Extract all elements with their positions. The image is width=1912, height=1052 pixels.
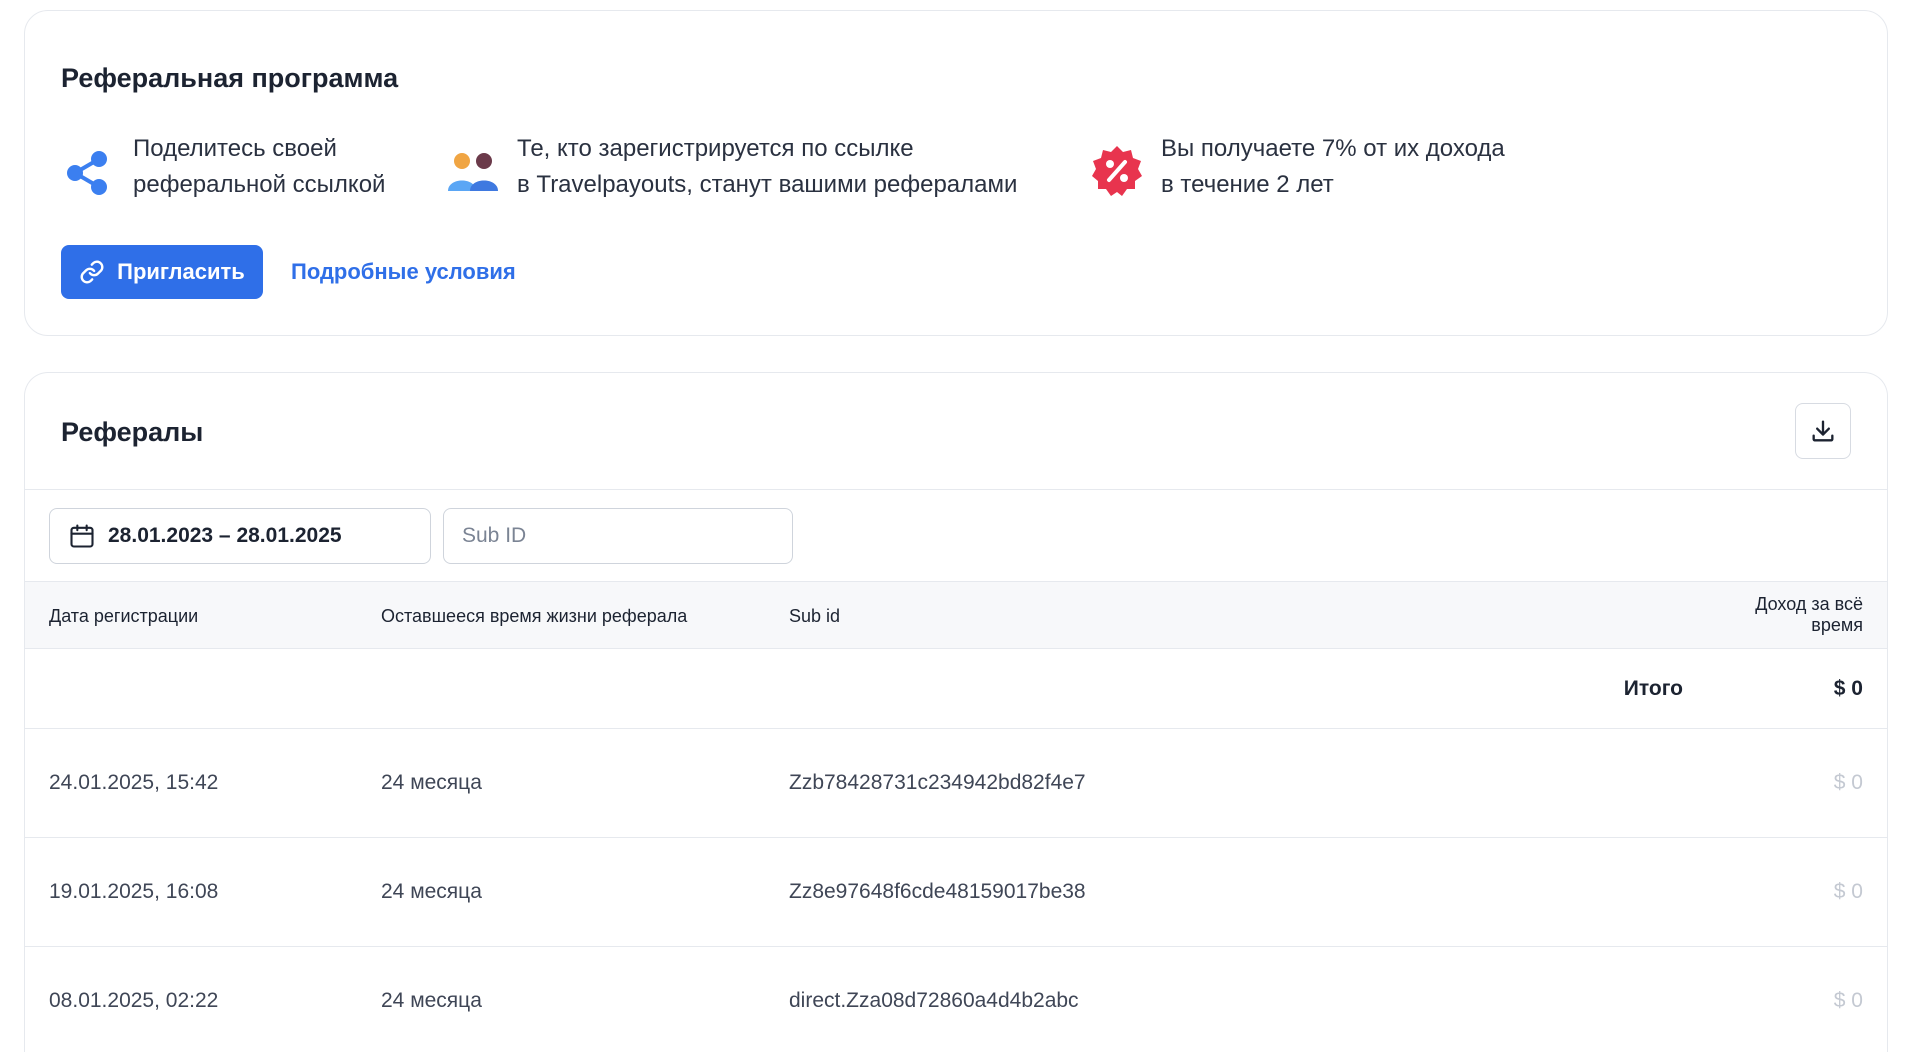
terms-link[interactable]: Подробные условия bbox=[291, 259, 516, 285]
referral-program-card: Реферальная программа Поделитесь своей р… bbox=[24, 10, 1888, 336]
download-button[interactable] bbox=[1795, 403, 1851, 459]
column-header-income[interactable]: Доход за всё время bbox=[1703, 594, 1863, 636]
step-register-line2: в Travelpayouts, станут вашими рефералам… bbox=[517, 171, 1018, 198]
referrals-card: Рефералы 28.01.2023 – 28.01.2025 Дата ре… bbox=[24, 372, 1888, 1052]
cell-lifetime: 24 месяца bbox=[381, 989, 482, 1012]
table-row: 19.01.2025, 16:08 24 месяца Zz8e97648f6c… bbox=[25, 838, 1887, 947]
cell-subid: Zz8e97648f6cde48159017be38 bbox=[789, 880, 1086, 903]
cell-lifetime: 24 месяца bbox=[381, 880, 482, 903]
column-header-date[interactable]: Дата регистрации bbox=[49, 606, 198, 627]
cell-subid: Zzb78428731c234942bd82f4e7 bbox=[789, 771, 1086, 794]
step-income: Вы получаете 7% от их дохода в течение 2… bbox=[1089, 131, 1505, 203]
step-income-line2: в течение 2 лет bbox=[1161, 171, 1334, 198]
users-icon bbox=[445, 143, 501, 199]
cell-income: $ 0 bbox=[1833, 880, 1863, 903]
column-header-income-line1: Доход за всё bbox=[1755, 594, 1863, 614]
step-register-line1: Те, кто зарегистрируется по ссылке bbox=[517, 135, 914, 162]
cell-income: $ 0 bbox=[1833, 771, 1863, 794]
divider bbox=[25, 489, 1887, 490]
column-header-subid[interactable]: Sub id bbox=[789, 606, 840, 627]
invite-button-label: Пригласить bbox=[117, 259, 245, 284]
table-header: Дата регистрации Оставшееся время жизни … bbox=[25, 581, 1887, 649]
cell-date: 24.01.2025, 15:42 bbox=[49, 771, 219, 794]
column-header-income-line2: время bbox=[1811, 615, 1863, 635]
cell-date: 19.01.2025, 16:08 bbox=[49, 880, 219, 903]
download-icon bbox=[1812, 420, 1834, 442]
total-label: Итого bbox=[1623, 677, 1683, 700]
subid-filter-input[interactable] bbox=[443, 508, 793, 564]
table-row: 08.01.2025, 02:22 24 месяца direct.Zza08… bbox=[25, 947, 1887, 1052]
date-range-picker[interactable]: 28.01.2023 – 28.01.2025 bbox=[49, 508, 431, 564]
column-header-lifetime[interactable]: Оставшееся время жизни реферала bbox=[381, 606, 687, 627]
cell-lifetime: 24 месяца bbox=[381, 771, 482, 794]
step-share: Поделитесь своей реферальной ссылкой bbox=[61, 131, 385, 203]
date-range-value: 28.01.2023 – 28.01.2025 bbox=[108, 524, 342, 547]
step-share-line1: Поделитесь своей bbox=[133, 135, 337, 162]
cell-income: $ 0 bbox=[1833, 989, 1863, 1012]
percent-badge-icon bbox=[1089, 143, 1145, 199]
step-income-line1: Вы получаете 7% от их дохода bbox=[1161, 135, 1505, 162]
total-row: Итого $ 0 bbox=[25, 649, 1887, 729]
step-share-line2: реферальной ссылкой bbox=[133, 171, 386, 198]
link-icon bbox=[80, 260, 104, 284]
calendar-icon bbox=[70, 524, 94, 548]
cell-date: 08.01.2025, 02:22 bbox=[49, 989, 219, 1012]
invite-button[interactable]: Пригласить bbox=[61, 245, 263, 299]
cell-subid: direct.Zza08d72860a4d4b2abc bbox=[789, 989, 1079, 1012]
total-value: $ 0 bbox=[1833, 677, 1863, 700]
program-title: Реферальная программа bbox=[61, 63, 399, 93]
table-row: 24.01.2025, 15:42 24 месяца Zzb78428731c… bbox=[25, 729, 1887, 838]
step-register: Те, кто зарегистрируется по ссылке в Tra… bbox=[445, 131, 1017, 203]
share-icon bbox=[61, 143, 117, 199]
referrals-title: Рефералы bbox=[61, 417, 204, 447]
